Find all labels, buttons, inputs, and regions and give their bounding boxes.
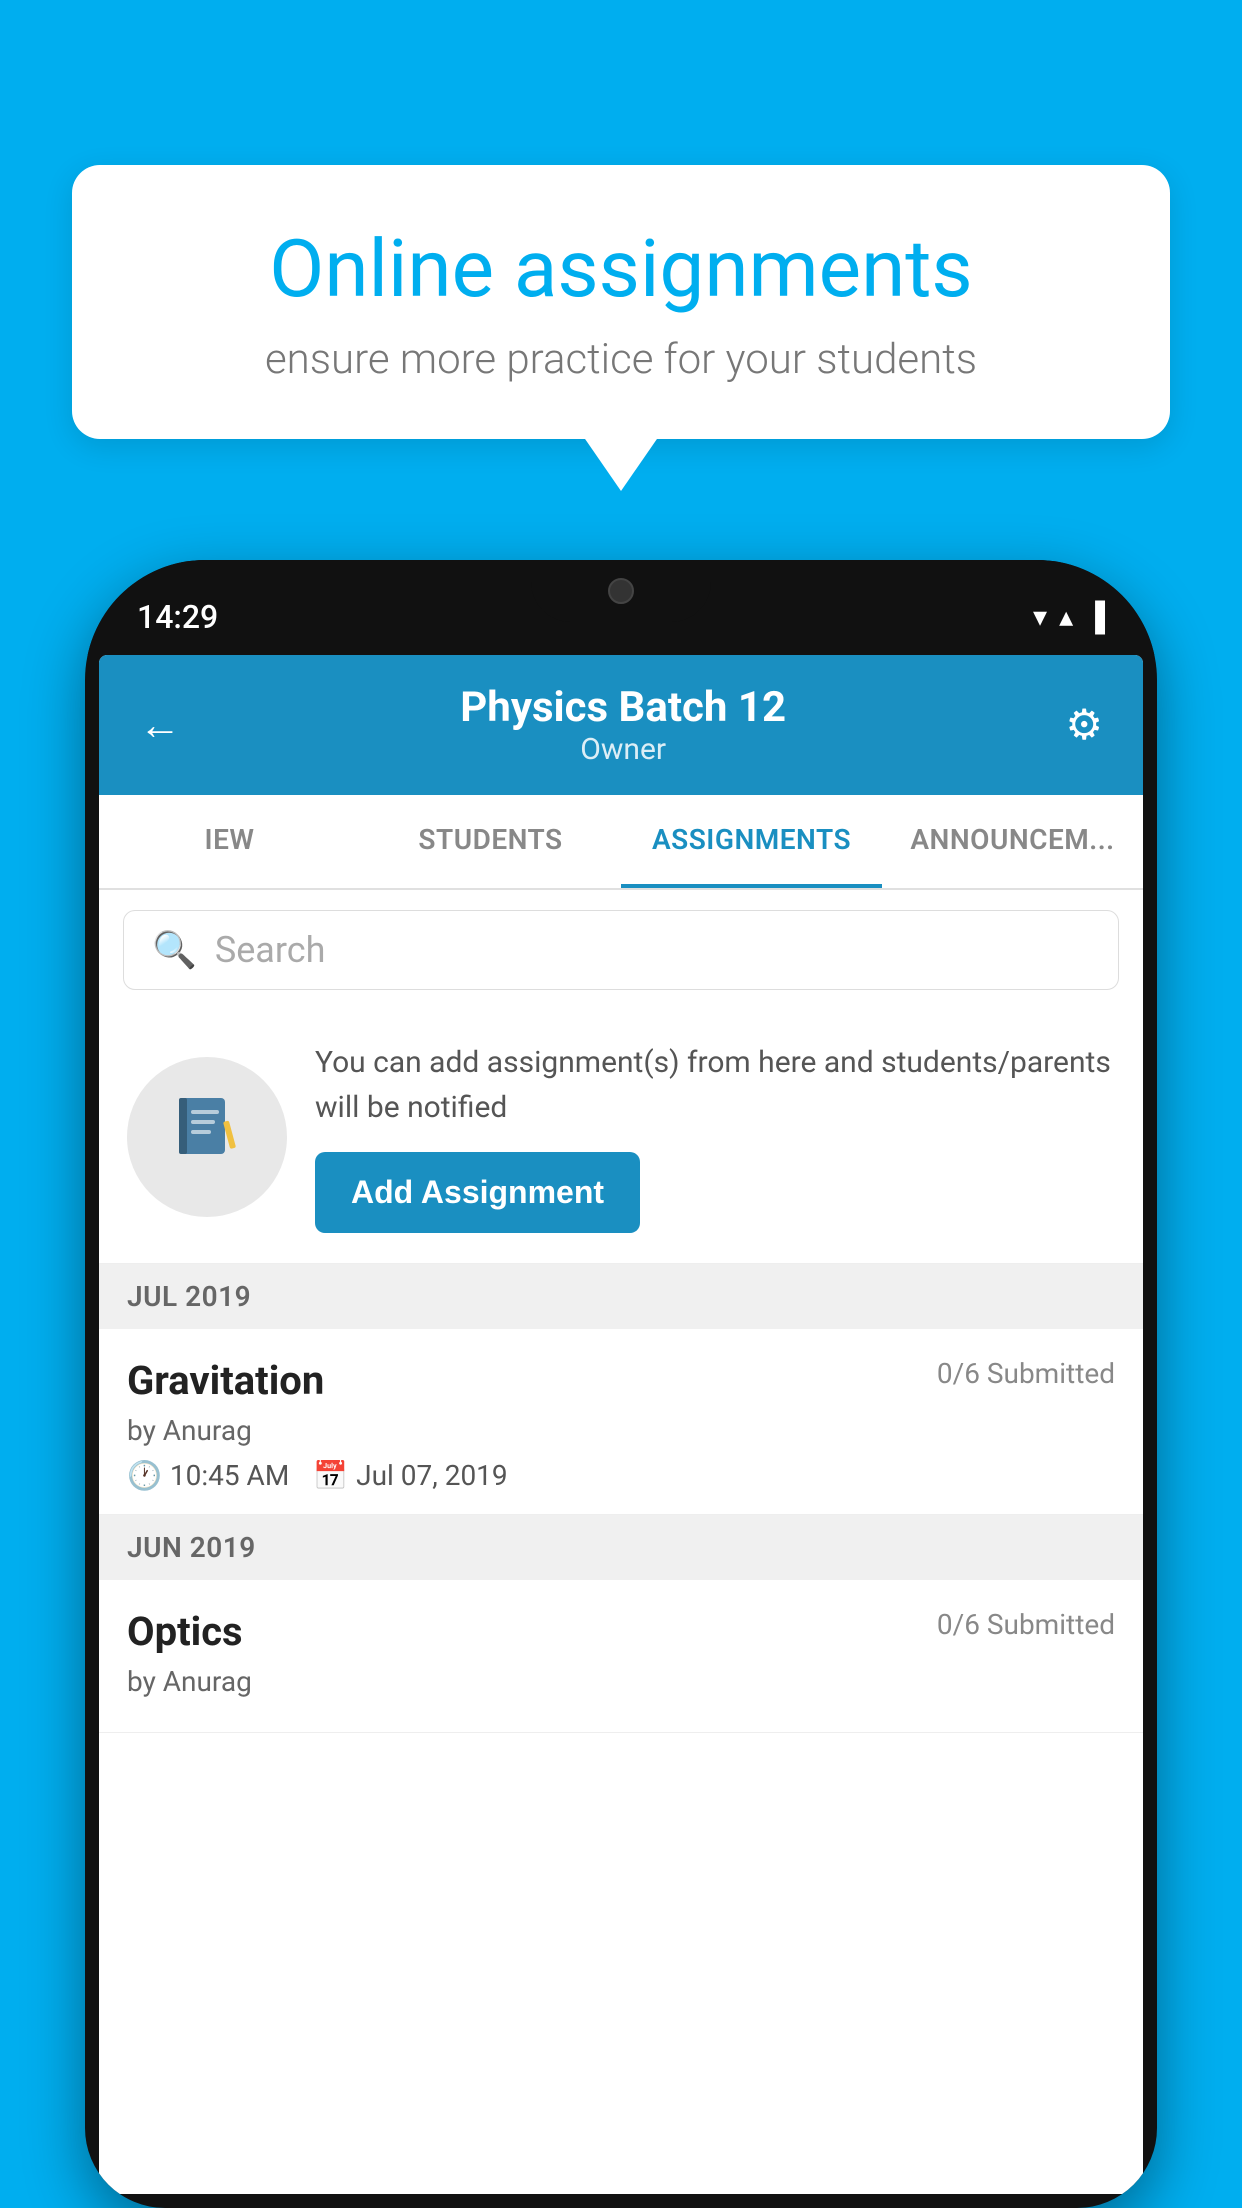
search-icon: 🔍 <box>152 929 197 971</box>
search-bar-container: 🔍 Search <box>99 890 1143 1010</box>
battery-icon: ▐ <box>1085 600 1105 633</box>
assignment-top-row: Gravitation 0/6 Submitted <box>127 1357 1115 1404</box>
camera-notch <box>608 578 634 604</box>
info-card-subtitle: ensure more practice for your students <box>142 335 1100 384</box>
tabs-bar: IEW STUDENTS ASSIGNMENTS ANNOUNCEM... <box>99 795 1143 890</box>
assignment-name-gravitation: Gravitation <box>127 1357 324 1404</box>
notch <box>531 560 711 622</box>
tab-iew[interactable]: IEW <box>99 795 360 888</box>
app-header: ← Physics Batch 12 Owner ⚙ <box>99 655 1143 795</box>
assignment-date-item: 📅 Jul 07, 2019 <box>313 1459 507 1492</box>
promo-section: You can add assignment(s) from here and … <box>99 1010 1143 1264</box>
assignment-name-optics: Optics <box>127 1608 243 1655</box>
tab-assignments[interactable]: ASSIGNMENTS <box>621 795 882 888</box>
assignment-author-optics: by Anurag <box>127 1665 1115 1698</box>
assignment-gravitation[interactable]: Gravitation 0/6 Submitted by Anurag 🕐 10… <box>99 1329 1143 1515</box>
clock-icon: 🕐 <box>127 1459 162 1492</box>
phone-screen: ← Physics Batch 12 Owner ⚙ IEW STUDENTS … <box>99 655 1143 2194</box>
header-center: Physics Batch 12 Owner <box>460 683 786 767</box>
info-card-title: Online assignments <box>142 225 1100 313</box>
promo-content: You can add assignment(s) from here and … <box>315 1040 1115 1233</box>
phone-frame: 14:29 ▾ ▴ ▐ ← Physics Batch 12 Owner ⚙ I… <box>85 560 1157 2208</box>
promo-text: You can add assignment(s) from here and … <box>315 1040 1115 1130</box>
search-placeholder: Search <box>215 929 326 971</box>
settings-icon[interactable]: ⚙ <box>1065 700 1103 750</box>
add-assignment-button[interactable]: Add Assignment <box>315 1152 640 1233</box>
tab-students[interactable]: STUDENTS <box>360 795 621 888</box>
wifi-icon: ▾ <box>1033 600 1047 633</box>
signal-icon: ▴ <box>1059 600 1073 633</box>
owner-label: Owner <box>460 732 786 767</box>
assignment-submitted-gravitation: 0/6 Submitted <box>937 1357 1115 1390</box>
optics-top-row: Optics 0/6 Submitted <box>127 1608 1115 1655</box>
assignment-meta-gravitation: 🕐 10:45 AM 📅 Jul 07, 2019 <box>127 1459 1115 1492</box>
assignment-optics[interactable]: Optics 0/6 Submitted by Anurag <box>99 1580 1143 1733</box>
section-header-jun: JUN 2019 <box>127 1531 256 1564</box>
section-header-jul: JUL 2019 <box>127 1280 251 1313</box>
assignment-author-gravitation: by Anurag <box>127 1414 1115 1447</box>
info-card: Online assignments ensure more practice … <box>72 165 1170 439</box>
assignment-time: 10:45 AM <box>170 1459 289 1492</box>
notebook-icon <box>171 1092 243 1182</box>
assignment-date: Jul 07, 2019 <box>356 1459 508 1492</box>
status-time: 14:29 <box>137 598 218 636</box>
status-icons: ▾ ▴ ▐ <box>1033 600 1105 633</box>
promo-icon-circle <box>127 1057 287 1217</box>
assignment-submitted-optics: 0/6 Submitted <box>937 1608 1115 1641</box>
batch-title: Physics Batch 12 <box>460 683 786 732</box>
assignment-time-item: 🕐 10:45 AM <box>127 1459 289 1492</box>
search-bar[interactable]: 🔍 Search <box>123 910 1119 990</box>
status-bar: 14:29 ▾ ▴ ▐ <box>85 560 1157 655</box>
section-jul-2019: JUL 2019 <box>99 1264 1143 1329</box>
section-jun-2019: JUN 2019 <box>99 1515 1143 1580</box>
tab-announcements[interactable]: ANNOUNCEM... <box>882 795 1143 888</box>
back-button[interactable]: ← <box>139 701 181 750</box>
calendar-icon: 📅 <box>313 1459 348 1492</box>
